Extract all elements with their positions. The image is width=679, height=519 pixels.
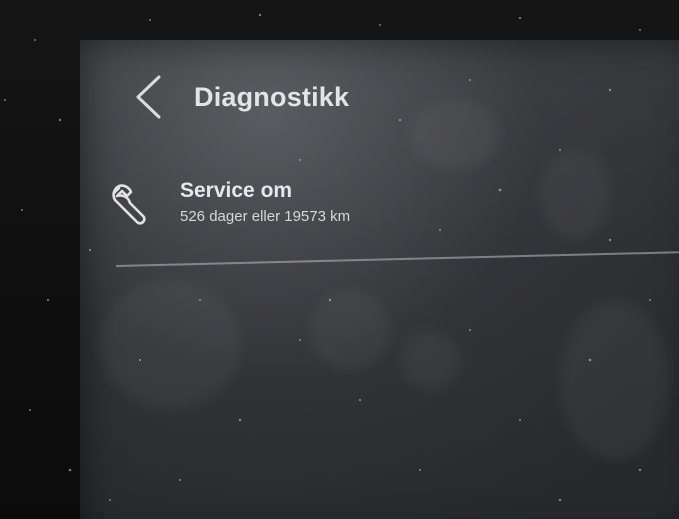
page-title: Diagnostikk bbox=[194, 81, 350, 112]
chevron-left-icon bbox=[136, 75, 161, 119]
display-screen: Diagnostikk Service om 526 dager eller 1… bbox=[80, 40, 679, 519]
service-subtitle: 526 dager eller 19573 km bbox=[180, 208, 351, 225]
service-text: Service om 526 dager eller 19573 km bbox=[180, 178, 350, 228]
smudge bbox=[410, 100, 500, 170]
header-bar: Diagnostikk bbox=[128, 72, 349, 122]
smudge bbox=[560, 300, 670, 460]
photo-frame: Diagnostikk Service om 526 dager eller 1… bbox=[0, 0, 679, 519]
smudge bbox=[400, 330, 460, 390]
smudge bbox=[100, 280, 240, 410]
divider bbox=[115, 250, 679, 267]
smudge bbox=[310, 290, 390, 370]
service-title: Service om bbox=[180, 179, 293, 202]
back-button[interactable] bbox=[128, 73, 168, 121]
service-row[interactable]: Service om 526 dager eller 19573 km bbox=[110, 178, 679, 248]
wrench-icon bbox=[110, 182, 158, 230]
